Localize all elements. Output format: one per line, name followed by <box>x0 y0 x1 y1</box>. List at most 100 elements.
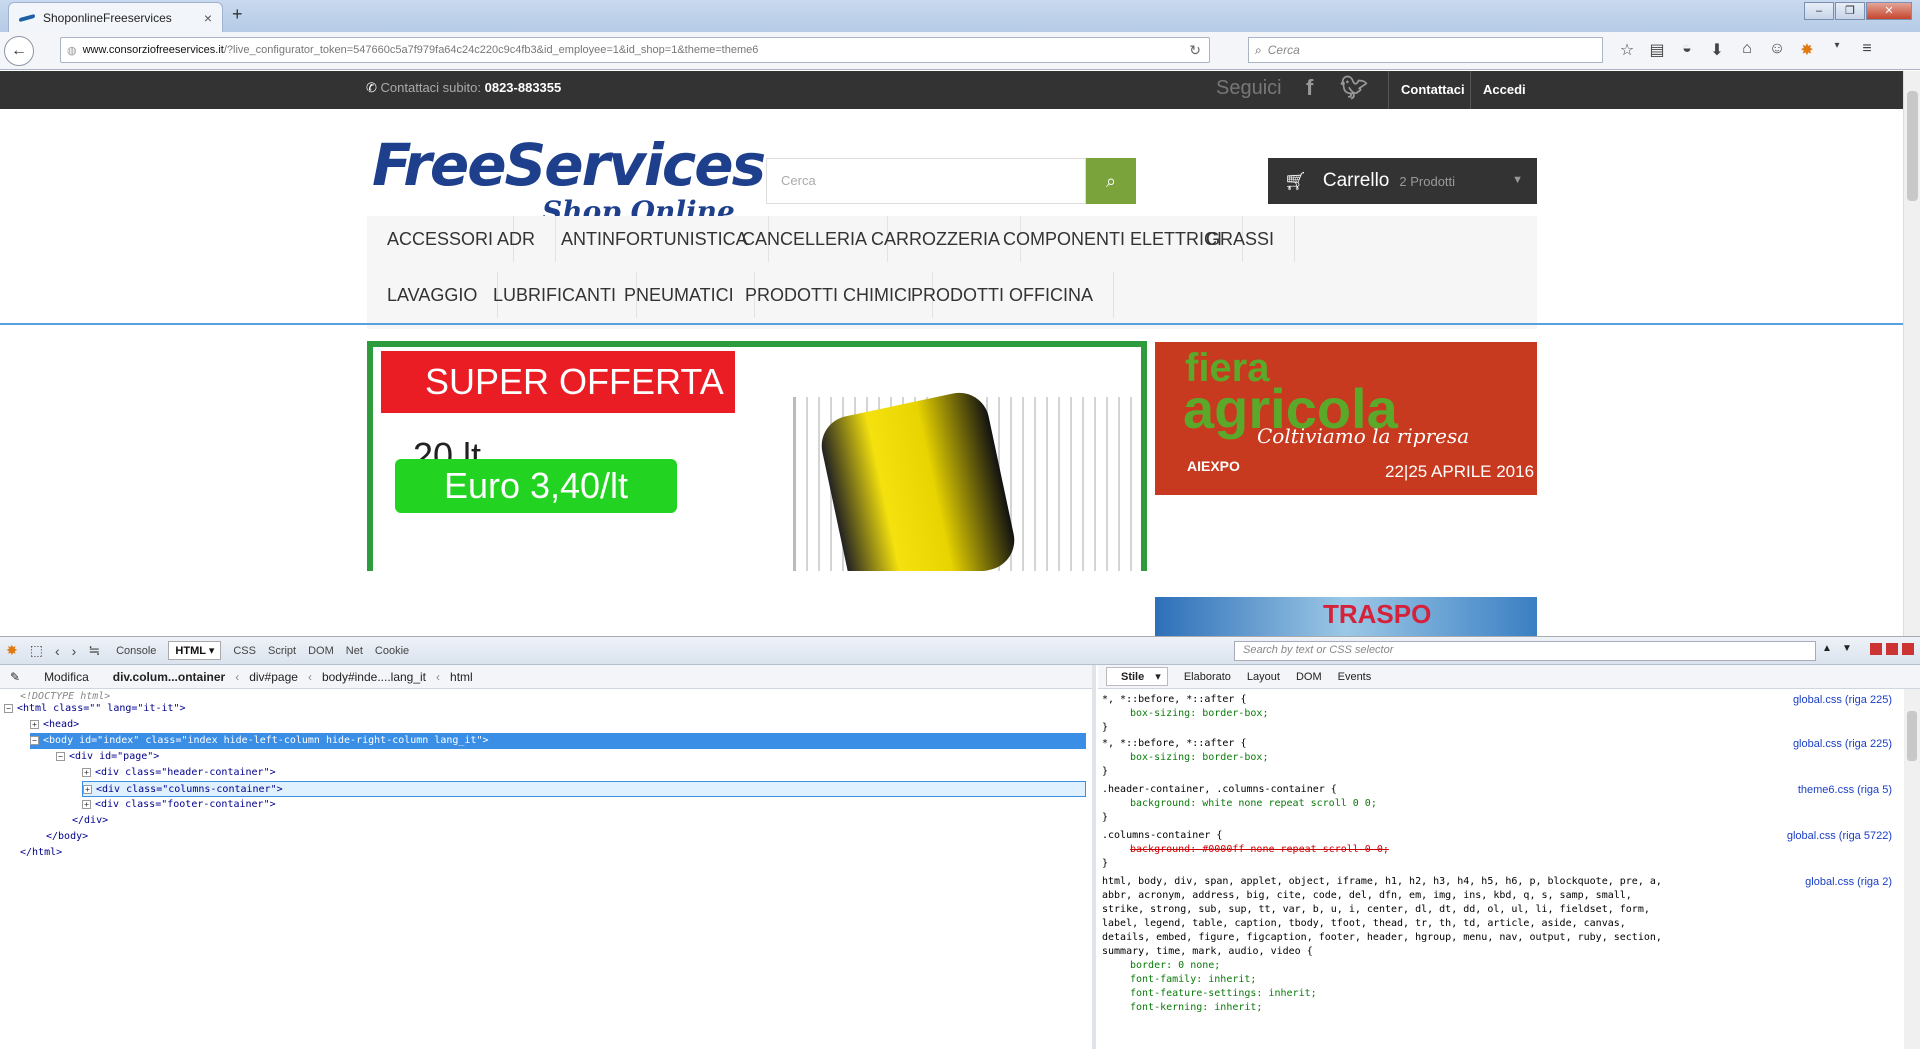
chat-icon[interactable]: ☺ <box>1762 40 1792 60</box>
back-icon[interactable]: ‹ <box>55 643 60 659</box>
tab-net[interactable]: Net <box>346 645 363 657</box>
css-property[interactable]: font-kerning: inherit; <box>1102 1001 1892 1015</box>
tree-node-html-close[interactable]: </html> <box>20 845 62 861</box>
reload-icon[interactable]: ↻ <box>1189 42 1201 59</box>
css-property[interactable]: box-sizing: border-box; <box>1102 707 1892 721</box>
download-icon[interactable]: ⬇ <box>1702 40 1732 60</box>
css-property[interactable]: font-family: inherit; <box>1102 973 1892 987</box>
css-source-link[interactable]: global.css (riga 2) <box>1805 875 1892 889</box>
expand-icon[interactable]: + <box>82 768 91 777</box>
minimize-icon[interactable]: – <box>1804 2 1834 20</box>
css-selector[interactable]: html, body, div, span, applet, object, i… <box>1102 875 1892 889</box>
tab-elaborato[interactable]: Elaborato <box>1184 671 1231 683</box>
tree-node-head[interactable]: + <head> <box>30 717 79 733</box>
close-devtools-icon[interactable] <box>1902 643 1914 655</box>
tab-html[interactable]: HTML ▾ <box>168 641 222 660</box>
css-property[interactable]: border: 0 none; <box>1102 959 1892 973</box>
browser-search-field[interactable]: ⌕ Cerca <box>1248 37 1603 63</box>
browser-tab[interactable]: ShoponlineFreeservices × <box>8 2 223 32</box>
breadcrumb-item-2[interactable]: body#inde....lang_it <box>322 670 426 684</box>
tree-node-html[interactable]: − <html class="" lang="it-it"> <box>4 701 186 717</box>
menu-item-prodotti-officina[interactable]: PRODOTTI OFFICINA <box>891 272 1114 318</box>
tab-console[interactable]: Console <box>116 645 156 657</box>
tab-cookie[interactable]: Cookie <box>375 645 409 657</box>
tab-stile[interactable]: Stile ▾ <box>1106 667 1168 686</box>
command-line-icon[interactable]: ≒ <box>88 642 100 659</box>
pocket-icon[interactable]: ◒ <box>1672 40 1702 60</box>
css-selector[interactable]: .columns-container { <box>1102 829 1892 843</box>
css-property[interactable]: box-sizing: border-box; <box>1102 751 1892 765</box>
css-selector[interactable]: *, *::before, *::after { <box>1102 693 1892 707</box>
chevron-up-icon[interactable]: ▲ <box>1822 643 1832 654</box>
edit-icon[interactable]: ✎ <box>10 670 20 684</box>
traspo-banner[interactable]: TRASPO <box>1155 597 1537 636</box>
cart-button[interactable]: 🛒︎ Carrello 2 Prodotti ▼ <box>1268 158 1537 204</box>
inspect-icon[interactable]: ⬚ <box>30 642 43 659</box>
bookmarks-list-icon[interactable]: ▤ <box>1642 40 1672 60</box>
site-search-button[interactable]: ⌕ <box>1086 158 1136 204</box>
css-property[interactable]: font-feature-settings: inherit; <box>1102 987 1892 1001</box>
expand-icon[interactable]: + <box>30 720 39 729</box>
tree-node-header-container[interactable]: + <div class="header-container"> <box>82 765 276 781</box>
breadcrumb-item-0[interactable]: div.colum...ontainer <box>113 670 225 684</box>
chevron-down-icon[interactable]: ▼ <box>1842 643 1852 654</box>
tree-node-body-close[interactable]: </body> <box>46 829 88 845</box>
collapse-icon[interactable]: − <box>56 752 65 761</box>
firebug-icon[interactable]: ✸ <box>6 642 18 659</box>
bookmark-star-icon[interactable]: ☆ <box>1612 40 1642 60</box>
css-source-link[interactable]: global.css (riga 225) <box>1793 693 1892 707</box>
tree-node-columns-container[interactable]: + <div class="columns-container"> <box>82 781 1086 797</box>
address-bar[interactable]: ◍ www.consorziofreeservices.it /?live_co… <box>60 37 1210 63</box>
firebug-icon[interactable]: ✸ <box>1792 40 1822 60</box>
tree-node-footer-container[interactable]: + <div class="footer-container"> <box>82 797 276 813</box>
back-icon[interactable]: ← <box>4 35 34 66</box>
tab-events[interactable]: Events <box>1338 671 1372 683</box>
site-search-input[interactable]: Cerca <box>766 158 1086 204</box>
css-source-link[interactable]: global.css (riga 225) <box>1793 737 1892 751</box>
css-selector[interactable]: .header-container, .columns-container { <box>1102 783 1892 797</box>
expand-icon[interactable]: + <box>83 785 92 794</box>
new-tab-icon[interactable]: + <box>232 4 243 25</box>
page-scrollbar[interactable] <box>1903 71 1920 636</box>
promo-banner[interactable]: SUPER OFFERTA 20 lt Euro 3,40/lt <box>367 341 1147 571</box>
facebook-icon[interactable]: f <box>1306 75 1313 101</box>
restore-icon[interactable]: ❐ <box>1835 2 1865 20</box>
pane-splitter[interactable] <box>1092 665 1096 1049</box>
edit-button[interactable]: Modifica <box>44 670 89 684</box>
login-link[interactable]: Accedi <box>1470 71 1538 109</box>
menu-item-grassi[interactable]: GRASSI <box>1186 216 1296 262</box>
collapse-icon[interactable]: − <box>4 704 13 713</box>
forward-icon[interactable]: › <box>72 643 77 659</box>
contact-link[interactable]: Contattaci <box>1388 71 1477 109</box>
tree-node-page-close[interactable]: </div> <box>72 813 108 829</box>
scroll-thumb[interactable] <box>1907 91 1918 201</box>
collapse-icon[interactable]: − <box>30 736 39 745</box>
css-source-link[interactable]: global.css (riga 5722) <box>1787 829 1892 843</box>
twitter-icon[interactable]: 🐦︎ <box>1340 75 1368 101</box>
css-source-link[interactable]: theme6.css (riga 5) <box>1798 783 1892 797</box>
close-window-icon[interactable]: ✕ <box>1866 2 1912 20</box>
devtools-search-input[interactable]: Search by text or CSS selector <box>1234 641 1816 661</box>
css-selector[interactable]: *, *::before, *::after { <box>1102 737 1892 751</box>
breadcrumb-item-3[interactable]: html <box>450 670 473 684</box>
css-property[interactable]: background: white none repeat scroll 0 0… <box>1102 797 1892 811</box>
minimize-devtools-icon[interactable] <box>1870 643 1882 655</box>
tab-css[interactable]: CSS <box>233 645 256 657</box>
tab-dom[interactable]: DOM <box>1296 671 1322 683</box>
devtools-scrollbar[interactable] <box>1904 689 1920 1049</box>
fiera-agricola-banner[interactable]: fiera agricola Coltiviamo la ripresa AIE… <box>1155 342 1537 495</box>
css-property-overridden[interactable]: background: #0000ff none repeat scroll 0… <box>1102 843 1892 857</box>
dropdown-icon[interactable]: ▾ <box>1822 40 1852 60</box>
tab-layout[interactable]: Layout <box>1247 671 1280 683</box>
breadcrumb-item-1[interactable]: div#page <box>249 670 298 684</box>
tree-node-page[interactable]: − <div id="page"> <box>56 749 159 765</box>
tree-node-body[interactable]: − <body id="index" class="index hide-left… <box>30 733 1086 749</box>
close-tab-icon[interactable]: × <box>204 10 212 26</box>
scroll-thumb[interactable] <box>1907 711 1917 761</box>
expand-icon[interactable]: + <box>82 800 91 809</box>
detach-devtools-icon[interactable] <box>1886 643 1898 655</box>
tab-script[interactable]: Script <box>268 645 296 657</box>
menu-icon[interactable]: ≡ <box>1852 40 1882 60</box>
tab-dom[interactable]: DOM <box>308 645 334 657</box>
home-icon[interactable]: ⌂ <box>1732 40 1762 60</box>
